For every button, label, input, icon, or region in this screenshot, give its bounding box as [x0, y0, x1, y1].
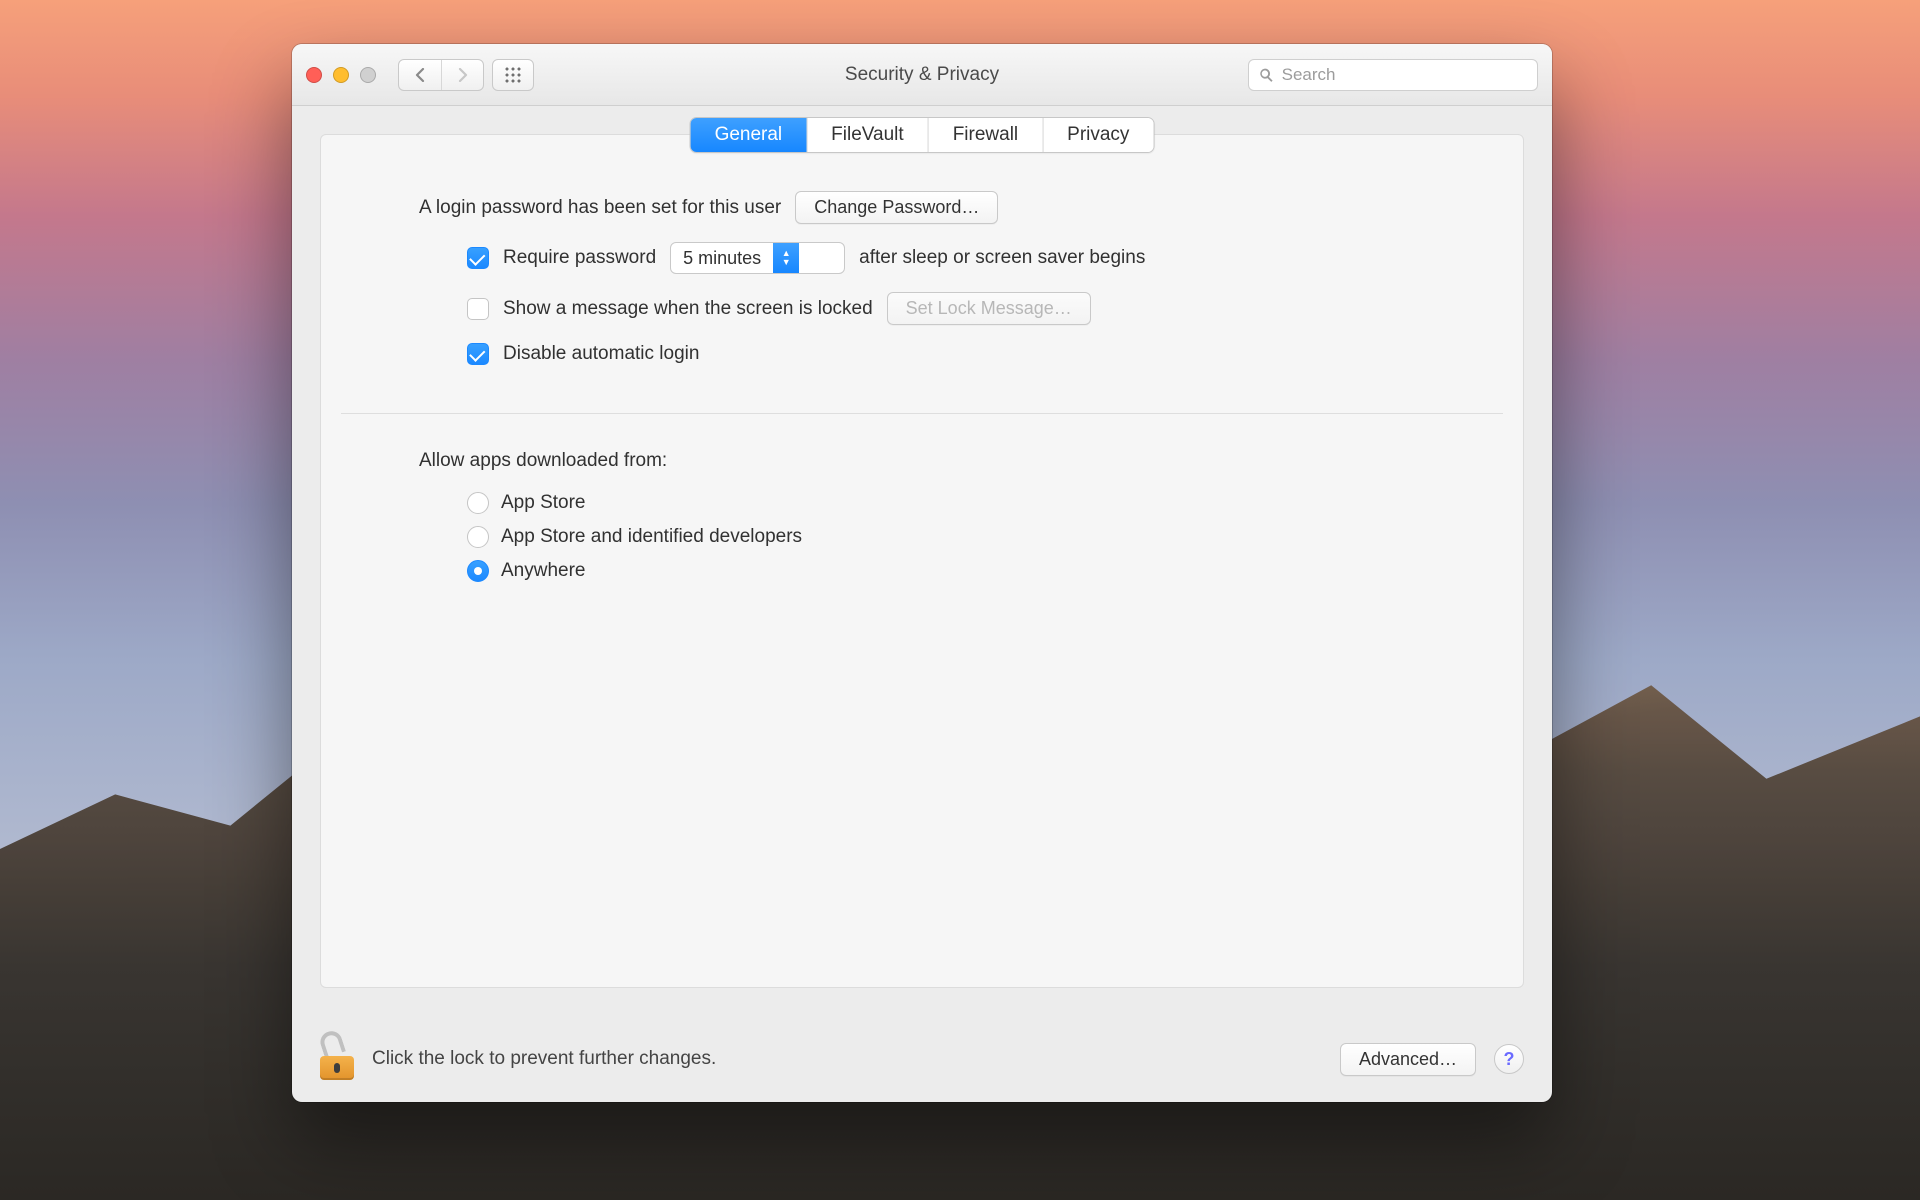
tab-privacy[interactable]: Privacy — [1042, 118, 1153, 152]
require-password-delay-select[interactable]: 5 minutes ▲▼ — [670, 242, 845, 274]
forward-button[interactable] — [441, 60, 483, 90]
radio-app-store[interactable] — [467, 492, 489, 514]
lock-open-icon — [318, 1028, 346, 1058]
show-all-button[interactable] — [492, 59, 534, 91]
panel: General FileVault Firewall Privacy A log… — [320, 134, 1524, 988]
radio-anywhere-label: Anywhere — [501, 560, 586, 582]
radio-identified-developers[interactable] — [467, 526, 489, 548]
radio-anywhere[interactable] — [467, 560, 489, 582]
chevron-right-icon — [457, 68, 469, 82]
tab-firewall[interactable]: Firewall — [928, 118, 1042, 152]
disable-auto-login-checkbox[interactable] — [467, 343, 489, 365]
help-button[interactable]: ? — [1494, 1044, 1524, 1074]
disable-auto-login-label: Disable automatic login — [503, 343, 699, 365]
search-input[interactable] — [1282, 65, 1527, 85]
login-password-set-text: A login password has been set for this u… — [419, 197, 781, 219]
radio-identified-developers-label: App Store and identified developers — [501, 526, 802, 548]
set-lock-message-button[interactable]: Set Lock Message… — [887, 292, 1091, 325]
stepper-arrows-icon: ▲▼ — [773, 243, 799, 273]
after-sleep-text: after sleep or screen saver begins — [859, 247, 1145, 269]
close-window-button[interactable] — [306, 67, 322, 83]
back-button[interactable] — [399, 60, 441, 90]
window-controls — [306, 67, 376, 83]
tab-filevault[interactable]: FileVault — [806, 118, 928, 152]
search-field[interactable] — [1248, 59, 1538, 91]
require-password-checkbox[interactable] — [467, 247, 489, 269]
tab-general[interactable]: General — [691, 118, 807, 152]
require-password-label: Require password — [503, 247, 656, 269]
login-section: A login password has been set for this u… — [321, 135, 1523, 365]
preferences-window: Security & Privacy General FileVault Fir… — [292, 44, 1552, 1102]
footer: Click the lock to prevent further change… — [292, 1016, 1552, 1102]
advanced-button[interactable]: Advanced… — [1340, 1043, 1476, 1076]
grid-icon — [504, 66, 522, 84]
gatekeeper-heading: Allow apps downloaded from: — [419, 450, 1523, 472]
chevron-left-icon — [414, 68, 426, 82]
show-message-checkbox[interactable] — [467, 298, 489, 320]
gatekeeper-section: Allow apps downloaded from: App Store Ap… — [321, 414, 1523, 582]
minimize-window-button[interactable] — [333, 67, 349, 83]
show-message-label: Show a message when the screen is locked — [503, 298, 873, 320]
nav-buttons — [398, 59, 534, 91]
search-icon — [1259, 67, 1274, 83]
lock-hint-text: Click the lock to prevent further change… — [372, 1048, 716, 1070]
content-area: General FileVault Firewall Privacy A log… — [292, 106, 1552, 1016]
zoom-window-button[interactable] — [360, 67, 376, 83]
radio-app-store-label: App Store — [501, 492, 586, 514]
titlebar: Security & Privacy — [292, 44, 1552, 106]
tab-bar: General FileVault Firewall Privacy — [690, 117, 1155, 153]
require-password-delay-value: 5 minutes — [671, 243, 773, 273]
change-password-button[interactable]: Change Password… — [795, 191, 998, 224]
lock-button[interactable] — [320, 1038, 354, 1080]
